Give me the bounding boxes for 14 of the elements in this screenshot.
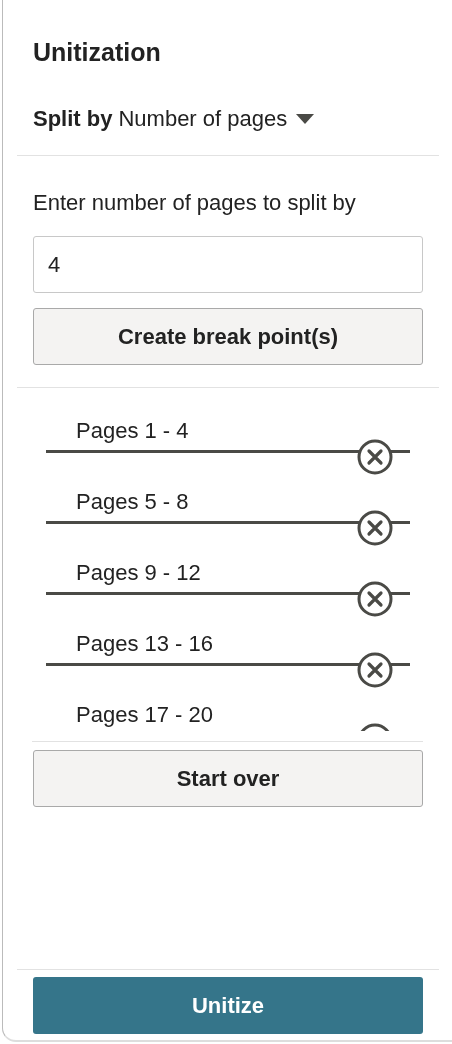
break-point-label: Pages 17 - 20 xyxy=(76,702,213,728)
break-point-label: Pages 9 - 12 xyxy=(76,560,201,586)
pages-input-field[interactable]: 4 xyxy=(33,236,423,293)
unitize-button[interactable]: Unitize xyxy=(33,977,423,1034)
field-label: Enter number of pages to split by xyxy=(33,190,357,217)
break-point-label: Pages 13 - 16 xyxy=(76,631,213,657)
start-over-button[interactable]: Start over xyxy=(33,750,423,807)
panel-title: Unitization xyxy=(33,38,162,68)
break-point-label: Pages 1 - 4 xyxy=(76,418,189,444)
break-point-label: Pages 5 - 8 xyxy=(76,489,189,515)
caret-icon xyxy=(295,113,316,125)
create-break-points-button[interactable]: Create break point(s) xyxy=(33,308,423,365)
split-by-dropdown[interactable]: Number of pages xyxy=(118,106,316,132)
split-by-label: Split by xyxy=(33,106,113,132)
